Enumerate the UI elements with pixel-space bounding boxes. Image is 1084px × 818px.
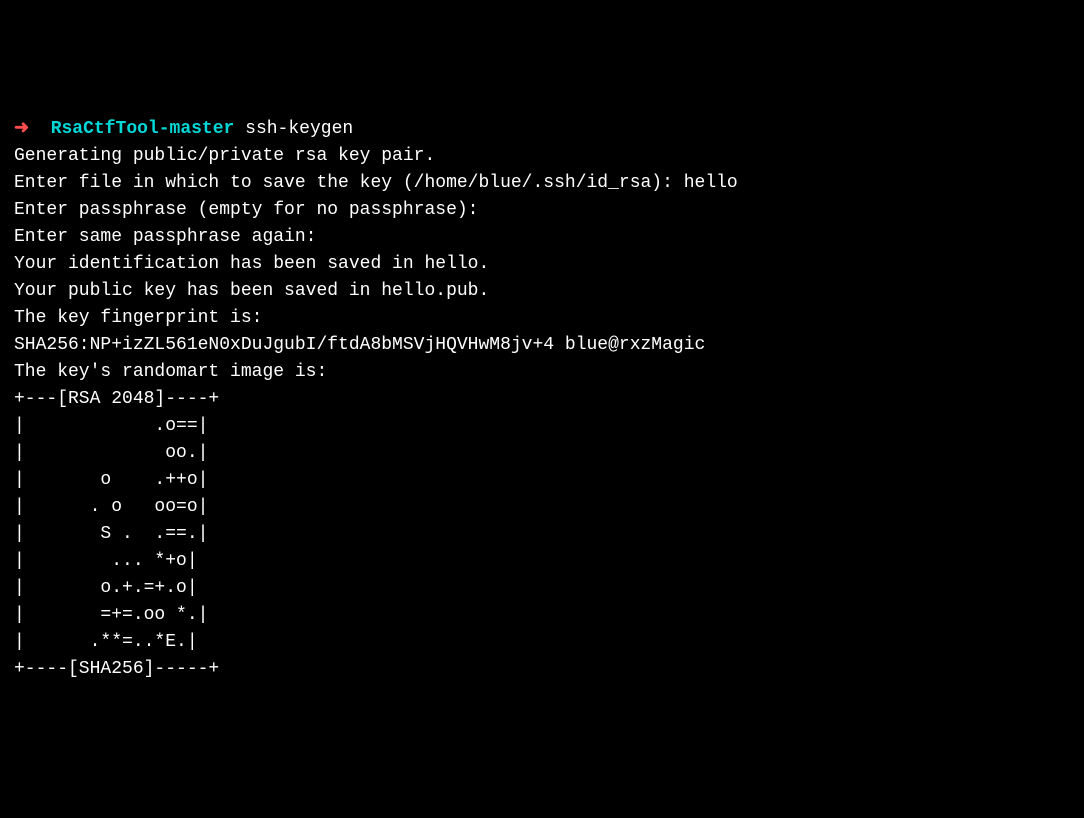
randomart-line: | oo.|: [14, 440, 1070, 467]
output-line: Your identification has been saved in he…: [14, 251, 1070, 278]
randomart-line: | o.+.=+.o|: [14, 575, 1070, 602]
output-line: SHA256:NP+izZL561eN0xDuJgubI/ftdA8bMSVjH…: [14, 332, 1070, 359]
randomart-line: | =+=.oo *.|: [14, 602, 1070, 629]
randomart-line: | . o oo=o|: [14, 494, 1070, 521]
randomart-line: | .o==|: [14, 413, 1070, 440]
terminal-output: ➜ RsaCtfTool-master ssh-keygenGenerating…: [14, 116, 1070, 683]
output-line: Enter file in which to save the key (/ho…: [14, 170, 1070, 197]
command-text: ssh-keygen: [245, 119, 353, 139]
output-line: Your public key has been saved in hello.…: [14, 278, 1070, 305]
prompt-arrow-icon: ➜: [14, 119, 29, 139]
output-line: The key's randomart image is:: [14, 359, 1070, 386]
prompt-directory: RsaCtfTool-master: [51, 119, 235, 139]
randomart-line: +---[RSA 2048]----+: [14, 386, 1070, 413]
randomart-line: | o .++o|: [14, 467, 1070, 494]
output-line: Generating public/private rsa key pair.: [14, 143, 1070, 170]
randomart-line: | S . .==.|: [14, 521, 1070, 548]
randomart-line: | ... *+o|: [14, 548, 1070, 575]
output-line: Enter passphrase (empty for no passphras…: [14, 197, 1070, 224]
randomart-line: | .**=..*E.|: [14, 629, 1070, 656]
output-line: Enter same passphrase again:: [14, 224, 1070, 251]
randomart-line: +----[SHA256]-----+: [14, 656, 1070, 683]
output-line: The key fingerprint is:: [14, 305, 1070, 332]
prompt-line[interactable]: ➜ RsaCtfTool-master ssh-keygen: [14, 116, 1070, 143]
